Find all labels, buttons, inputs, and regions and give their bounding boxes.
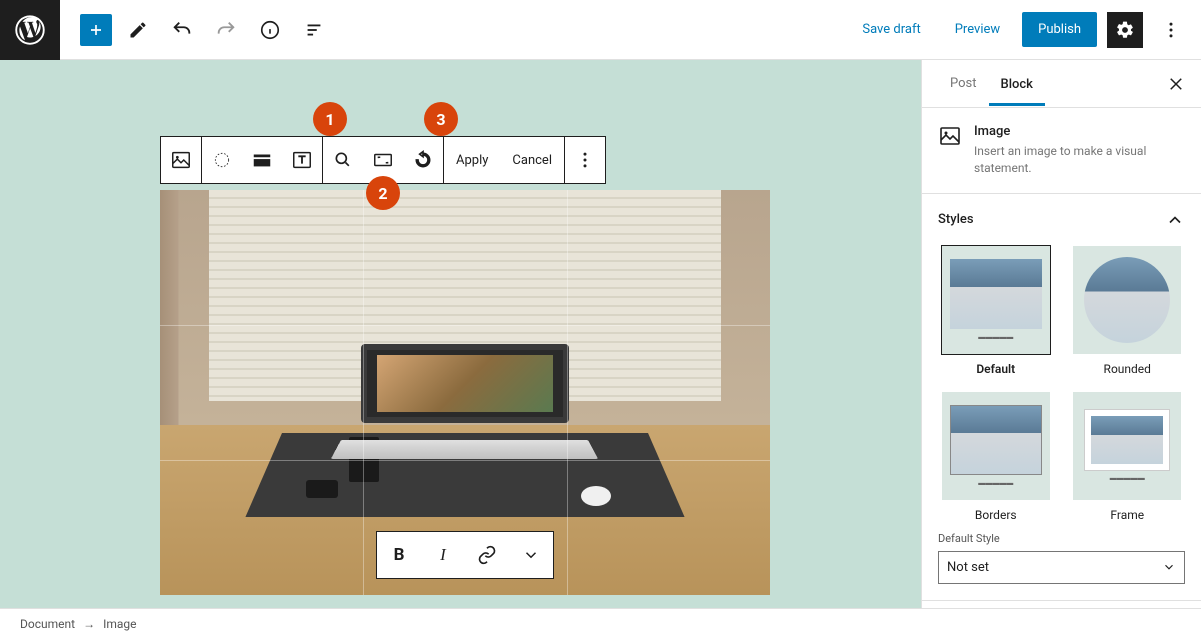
redo-icon[interactable] [208, 12, 244, 48]
info-icon[interactable] [252, 12, 288, 48]
link-icon[interactable] [465, 532, 509, 578]
settings-button[interactable] [1107, 12, 1143, 48]
style-label-borders: Borders [975, 508, 1017, 522]
block-type-icon[interactable] [161, 137, 201, 183]
more-menu-button[interactable] [1153, 12, 1189, 48]
default-style-value: Not set [947, 560, 989, 575]
rotate-icon[interactable] [403, 137, 443, 183]
breadcrumb-separator: → [83, 617, 95, 631]
default-style-label: Default Style [938, 532, 1185, 545]
image-block[interactable]: B I Add caption [160, 190, 770, 608]
style-rounded[interactable]: Rounded [1070, 246, 1186, 376]
drag-handle-icon[interactable] [202, 137, 242, 183]
save-draft-link[interactable]: Save draft [850, 14, 932, 45]
inline-format-toolbar: B I [376, 531, 554, 579]
caption-input[interactable]: Add caption [160, 595, 770, 608]
block-description: Insert an image to make a visual stateme… [974, 143, 1185, 177]
add-block-button[interactable] [80, 14, 112, 46]
breadcrumb-document[interactable]: Document [20, 617, 75, 631]
publish-button[interactable]: Publish [1022, 12, 1097, 47]
text-overlay-icon[interactable] [282, 137, 322, 183]
breadcrumb: Document → Image [0, 608, 1201, 638]
chevron-down-icon [1162, 560, 1176, 574]
annotation-3: 3 [424, 102, 458, 136]
style-label-rounded: Rounded [1104, 362, 1151, 376]
chevron-up-icon [1165, 210, 1185, 230]
style-frame[interactable]: ▬▬▬▬▬ Frame [1070, 392, 1186, 522]
align-icon[interactable] [242, 137, 282, 183]
chevron-down-icon[interactable] [509, 532, 553, 578]
block-title: Image [974, 124, 1185, 139]
apply-button[interactable]: Apply [444, 137, 500, 183]
close-sidebar-icon[interactable] [1167, 75, 1185, 93]
preview-link[interactable]: Preview [943, 14, 1012, 45]
styles-panel-title: Styles [938, 212, 974, 227]
bold-icon[interactable]: B [377, 532, 421, 578]
image-block-icon [938, 124, 962, 148]
editor-canvas[interactable]: Apply Cancel 1 2 3 [0, 60, 921, 608]
tab-post[interactable]: Post [938, 62, 989, 105]
tab-block[interactable]: Block [989, 63, 1045, 106]
image-crop-area[interactable]: B I [160, 190, 770, 595]
default-style-select[interactable]: Not set [938, 551, 1185, 584]
styles-panel-toggle[interactable]: Styles [938, 210, 1185, 230]
cancel-button[interactable]: Cancel [500, 137, 564, 183]
italic-icon[interactable]: I [421, 532, 465, 578]
outline-icon[interactable] [296, 12, 332, 48]
editor-topbar: Save draft Preview Publish [0, 0, 1201, 60]
zoom-icon[interactable] [323, 137, 363, 183]
style-borders[interactable]: ▬▬▬▬▬ Borders [938, 392, 1054, 522]
more-options-icon[interactable] [565, 137, 605, 183]
style-label-frame: Frame [1110, 508, 1144, 522]
edit-icon[interactable] [120, 12, 156, 48]
style-default[interactable]: ▬▬▬▬▬ Default [938, 246, 1054, 376]
annotation-1: 1 [313, 102, 347, 136]
settings-sidebar: Post Block Image Insert an image to make… [921, 60, 1201, 608]
wordpress-logo[interactable] [0, 0, 60, 60]
style-label-default: Default [976, 362, 1015, 376]
undo-icon[interactable] [164, 12, 200, 48]
breadcrumb-block[interactable]: Image [103, 617, 136, 631]
annotation-2: 2 [366, 176, 400, 210]
